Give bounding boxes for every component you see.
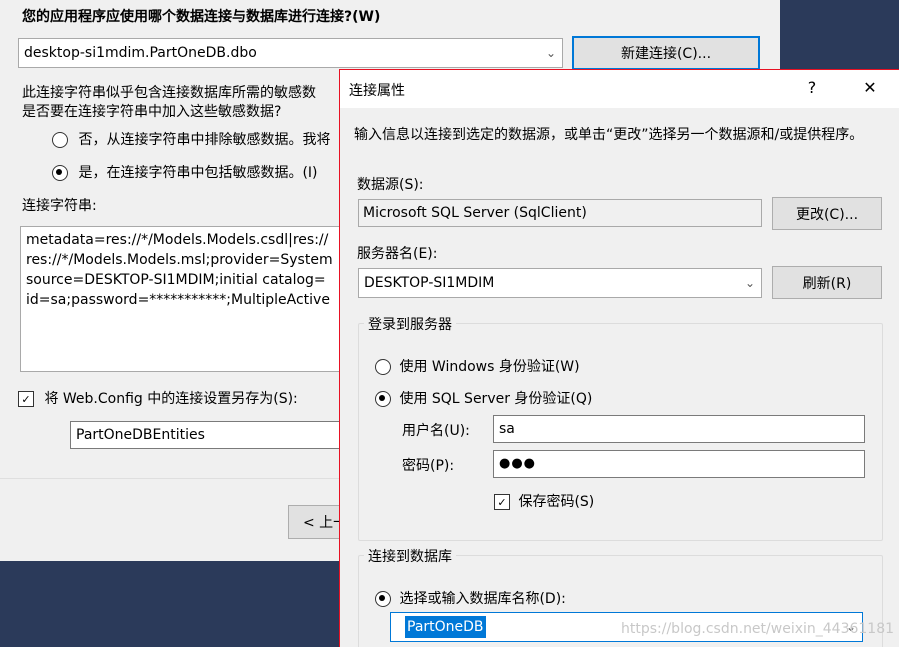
windows-auth-option[interactable]: 使用 Windows 身份验证(W) xyxy=(375,356,580,376)
checkbox-checked-icon[interactable]: ✓ xyxy=(18,391,34,407)
radio-off-icon[interactable] xyxy=(52,132,68,148)
connection-string-box[interactable]: metadata=res://*/Models.Models.csdl|res:… xyxy=(20,226,370,372)
server-name-label: 服务器名(E): xyxy=(357,246,438,262)
watermark: https://blog.csdn.net/weixin_44361181 xyxy=(621,621,895,637)
entities-name-value: PartOneDBEntities xyxy=(76,427,205,443)
change-datasource-button[interactable]: 更改(C)... xyxy=(772,197,882,230)
refresh-button[interactable]: 刷新(R) xyxy=(772,266,882,299)
select-database-option[interactable]: 选择或输入数据库名称(D): xyxy=(375,588,566,608)
connection-string-line: source=DESKTOP-SI1MDIM;initial catalog= xyxy=(26,272,326,288)
save-password-label: 保存密码(S) xyxy=(518,494,595,510)
entities-name-input[interactable]: PartOneDBEntities xyxy=(70,421,350,449)
sensitive-data-prompt: 此连接字符串似乎包含连接数据库所需的敏感数 xyxy=(22,85,316,101)
exclude-sensitive-option[interactable]: 否，从连接字符串中排除敏感数据。我将 xyxy=(52,129,330,149)
connection-select-value: desktop-si1mdim.PartOneDB.dbo xyxy=(24,45,257,61)
include-sensitive-label: 是，在连接字符串中包括敏感数据。(I) xyxy=(78,165,318,181)
datasource-label: 数据源(S): xyxy=(357,177,424,193)
password-label: 密码(P): xyxy=(402,458,455,474)
save-config-label: 将 Web.Config 中的连接设置另存为(S): xyxy=(44,391,298,407)
sql-auth-option[interactable]: 使用 SQL Server 身份验证(Q) xyxy=(375,388,592,408)
connection-question: 您的应用程序应使用哪个数据连接与数据库进行连接?(W) xyxy=(22,9,381,25)
radio-on-icon[interactable] xyxy=(375,391,391,407)
database-name-value: PartOneDB xyxy=(405,616,486,638)
dialog-title: 连接属性 xyxy=(349,83,405,99)
exclude-sensitive-label: 否，从连接字符串中排除敏感数据。我将 xyxy=(78,132,331,148)
server-name-combo[interactable]: DESKTOP-SI1MDIM ⌄ xyxy=(358,268,762,298)
connection-string-line: metadata=res://*/Models.Models.csdl|res:… xyxy=(26,232,329,248)
username-value: sa xyxy=(499,421,515,437)
dialog-intro: 输入信息以连接到选定的数据源，或单击“更改”选择另一个数据源和/或提供程序。 xyxy=(354,127,864,143)
connection-string-label: 连接字符串: xyxy=(22,198,97,214)
connection-properties-dialog: 连接属性 ? ✕ 输入信息以连接到选定的数据源，或单击“更改”选择另一个数据源和… xyxy=(339,69,899,647)
password-value: ●●● xyxy=(499,456,537,471)
datasource-value: Microsoft SQL Server (SqlClient) xyxy=(363,205,587,221)
save-config-option[interactable]: ✓ 将 Web.Config 中的连接设置另存为(S): xyxy=(18,388,298,408)
include-sensitive-option[interactable]: 是，在连接字符串中包括敏感数据。(I) xyxy=(52,162,318,182)
connection-string-line: res://*/Models.Models.msl;provider=Syste… xyxy=(26,252,333,268)
sql-auth-label: 使用 SQL Server 身份验证(Q) xyxy=(399,391,593,407)
password-input[interactable]: ●●● xyxy=(493,450,865,478)
connection-select[interactable]: desktop-si1mdim.PartOneDB.dbo ⌄ xyxy=(18,38,563,68)
dialog-titlebar: 连接属性 ? ✕ xyxy=(340,70,899,108)
connection-string-line: id=sa;password=***********;MultipleActiv… xyxy=(26,292,330,308)
database-group-title: 连接到数据库 xyxy=(364,546,456,566)
select-database-label: 选择或输入数据库名称(D): xyxy=(399,591,566,607)
sensitive-data-prompt-2: 是否要在连接字符串中加入这些敏感数据? xyxy=(22,104,282,120)
login-group-title: 登录到服务器 xyxy=(364,314,456,334)
radio-on-icon[interactable] xyxy=(52,165,68,181)
server-name-value: DESKTOP-SI1MDIM xyxy=(364,275,495,291)
new-connection-button[interactable]: 新建连接(C)... xyxy=(572,36,760,70)
chevron-down-icon[interactable]: ⌄ xyxy=(540,39,562,67)
radio-off-icon[interactable] xyxy=(375,359,391,375)
windows-auth-label: 使用 Windows 身份验证(W) xyxy=(399,359,580,375)
datasource-field: Microsoft SQL Server (SqlClient) xyxy=(358,199,762,227)
checkbox-checked-icon[interactable]: ✓ xyxy=(494,494,510,510)
username-label: 用户名(U): xyxy=(402,423,470,439)
radio-on-icon[interactable] xyxy=(375,591,391,607)
help-icon[interactable]: ? xyxy=(800,78,824,97)
chevron-down-icon[interactable]: ⌄ xyxy=(739,269,761,297)
username-input[interactable]: sa xyxy=(493,415,865,443)
close-icon[interactable]: ✕ xyxy=(858,78,882,97)
save-password-option[interactable]: ✓ 保存密码(S) xyxy=(494,491,594,511)
